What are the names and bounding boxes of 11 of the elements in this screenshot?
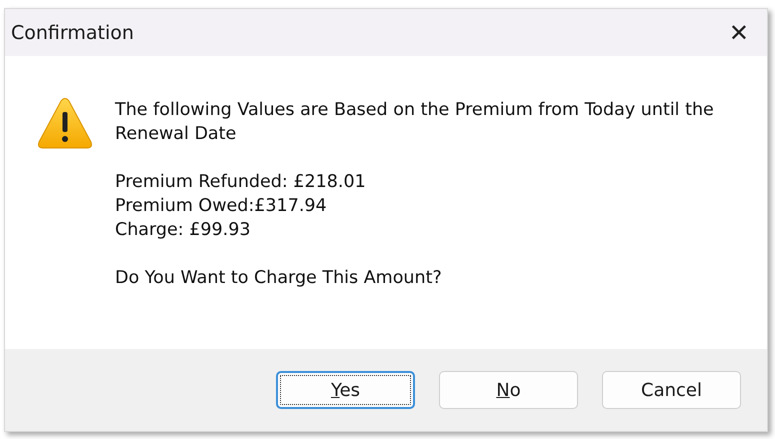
message-heading: The following Values are Based on the Premium from Today until the Renewal Date — [115, 99, 715, 146]
dialog-button[interactable]: Cancel — [602, 371, 741, 409]
confirmation-question: Do You Want to Charge This Amount? — [115, 267, 443, 290]
window-title: Confirmation — [11, 22, 134, 44]
dialog-button[interactable]: Yes — [276, 371, 415, 409]
amount-line: Premium Owed:£317.94 — [115, 195, 328, 218]
dialog-button[interactable]: No — [439, 371, 578, 409]
amount-line: Charge: £99.93 — [115, 219, 252, 242]
warning-icon — [37, 98, 93, 150]
amount-line: Premium Refunded: £218.01 — [115, 171, 367, 194]
close-button[interactable]: ✕ — [724, 18, 753, 46]
